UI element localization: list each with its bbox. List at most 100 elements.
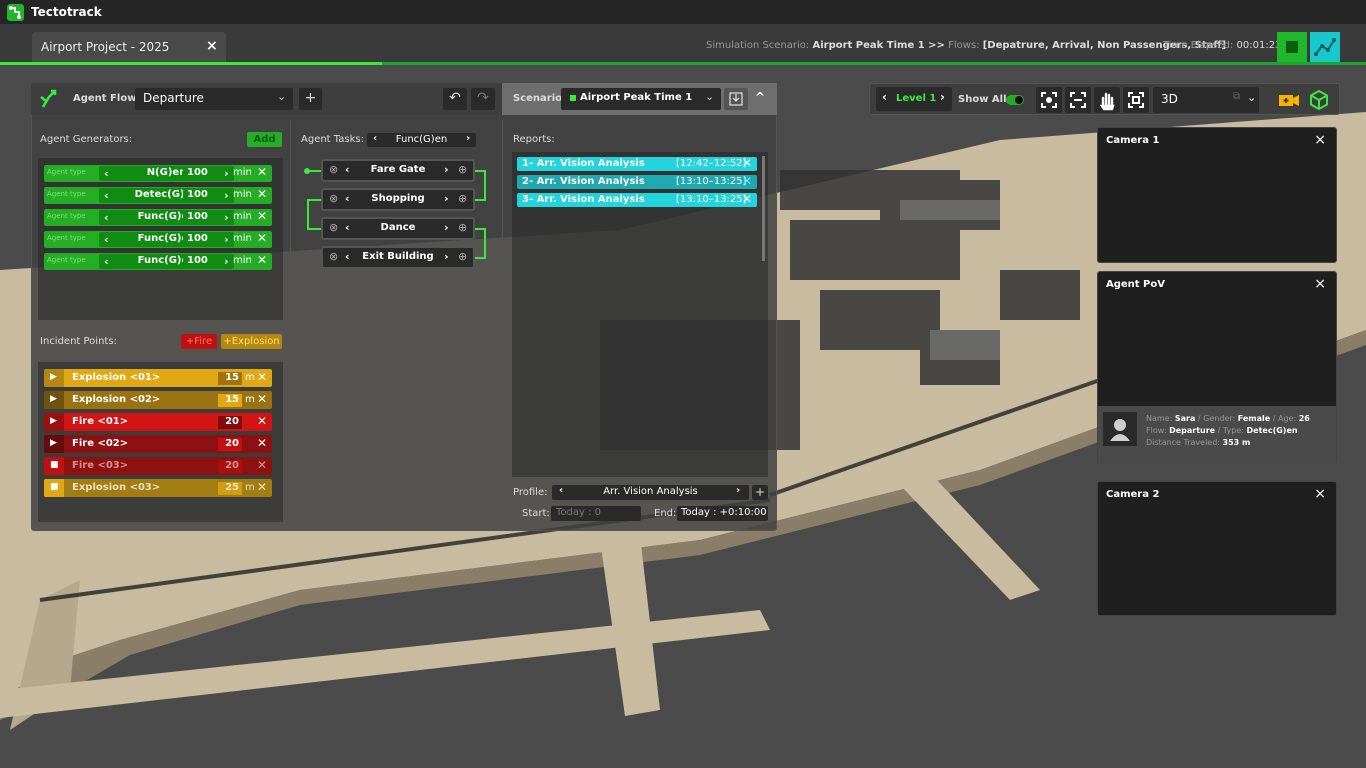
frame-view-button[interactable] — [1065, 87, 1091, 113]
add-task-icon[interactable]: ⊕ — [458, 250, 467, 263]
play-icon[interactable]: ▶ — [44, 391, 64, 409]
undo-button[interactable]: ↶ — [443, 88, 467, 110]
report-item[interactable]: 2- Arr. Vision Analysis [13:10–13:25] ✕ — [517, 174, 757, 189]
show-all-toggle[interactable] — [1006, 95, 1024, 105]
chevron-right-icon[interactable]: › — [444, 163, 449, 176]
incident-row[interactable]: ▶ Explosion <01> 15 m ✕ — [44, 369, 272, 387]
report-item[interactable]: 1- Arr. Vision Analysis [12:42–12:52] ✕ — [517, 156, 757, 171]
collapse-panel-icon[interactable]: ^ — [755, 90, 765, 104]
chevron-right-icon[interactable]: › — [224, 189, 229, 202]
add-explosion-button[interactable]: +Explosion — [221, 334, 282, 349]
incident-radius-input[interactable]: 15 — [218, 394, 242, 407]
remove-generator-icon[interactable]: ✕ — [257, 165, 267, 179]
add-task-icon[interactable]: ⊕ — [458, 192, 467, 205]
chevron-right-icon[interactable]: › — [224, 255, 229, 268]
profile-select[interactable]: ‹ Arr. Vision Analysis › — [552, 485, 749, 500]
generator-rate-input[interactable]: 100 — [183, 254, 216, 269]
reports-scrollbar[interactable] — [762, 156, 765, 261]
remove-incident-icon[interactable]: ✕ — [257, 436, 267, 450]
task-generator-select[interactable]: ‹ Func(G)en › — [367, 133, 476, 147]
close-icon[interactable]: × — [1314, 276, 1326, 292]
incident-row[interactable]: ▶ Explosion <02> 15 m ✕ — [44, 391, 272, 409]
end-input[interactable]: Today : +0:10:00 — [677, 506, 768, 521]
remove-generator-icon[interactable]: ✕ — [257, 209, 267, 223]
remove-incident-icon[interactable]: ✕ — [257, 414, 267, 428]
add-profile-button[interactable]: + — [752, 485, 768, 500]
task-item[interactable]: ⊗ ‹ Dance › ⊕ — [321, 217, 475, 240]
camera-2-panel[interactable]: Camera 2 × — [1097, 481, 1337, 616]
stop-simulation-button[interactable] — [1277, 32, 1307, 62]
chevron-right-icon[interactable]: › — [444, 250, 449, 263]
pan-button[interactable] — [1094, 87, 1120, 113]
add-generator-button[interactable]: Add — [247, 132, 282, 147]
remove-generator-icon[interactable]: ✕ — [257, 231, 267, 245]
chevron-left-icon[interactable]: ‹ — [882, 90, 887, 104]
agent-pov-panel[interactable]: Agent PoV × Name: Sara / Gender: Female … — [1097, 271, 1337, 464]
generator-row[interactable]: Agent type ‹ Detec(G)en › 100 min ✕ — [44, 187, 272, 204]
generator-row[interactable]: Agent type ‹ Func(G)en › 100 min ✕ — [44, 231, 272, 248]
remove-generator-icon[interactable]: ✕ — [257, 253, 267, 267]
redo-button[interactable]: ↷ — [471, 88, 495, 110]
incident-radius-input[interactable]: 15 — [218, 372, 242, 385]
camera-1-panel[interactable]: Camera 1 × — [1097, 127, 1337, 263]
remove-report-icon[interactable]: ✕ — [742, 174, 752, 188]
stop-icon[interactable]: ■ — [44, 479, 64, 497]
focus-view-button[interactable] — [1036, 87, 1062, 113]
close-icon[interactable]: × — [1314, 486, 1326, 502]
generator-rate-input[interactable]: 100 — [183, 232, 216, 247]
incident-row[interactable]: ▶ Fire <02> 20 ✕ — [44, 435, 272, 453]
save-scenario-button[interactable] — [724, 88, 748, 110]
remove-report-icon[interactable]: ✕ — [742, 192, 752, 206]
report-item[interactable]: 3- Arr. Vision Analysis [13:10–13:25] ✕ — [517, 192, 757, 207]
task-item[interactable]: ⊗ ‹ Fare Gate › ⊕ — [321, 159, 475, 182]
close-icon[interactable]: × — [1314, 132, 1326, 148]
chevron-right-icon[interactable]: › — [444, 221, 449, 234]
scenario-select[interactable]: Airport Peak Time 1 ⌄ — [561, 88, 721, 110]
center-view-button[interactable] — [1123, 87, 1149, 113]
add-agent-flow-button[interactable]: + — [299, 88, 322, 110]
chevron-right-icon[interactable]: › — [736, 485, 740, 496]
play-icon[interactable]: ▶ — [44, 435, 64, 453]
incident-radius-input[interactable]: 25 — [218, 482, 242, 495]
task-item[interactable]: ⊗ ‹ Exit Building › ⊕ — [321, 246, 475, 269]
generator-rate-input[interactable]: 100 — [183, 210, 216, 225]
remove-incident-icon[interactable]: ✕ — [257, 392, 267, 406]
remove-generator-icon[interactable]: ✕ — [257, 187, 267, 201]
chevron-right-icon[interactable]: › — [940, 90, 945, 104]
add-task-icon[interactable]: ⊕ — [458, 163, 467, 176]
task-item[interactable]: ⊗ ‹ Shopping › ⊕ — [321, 188, 475, 211]
incident-radius-input[interactable]: 20 — [218, 416, 242, 429]
play-icon[interactable]: ▶ — [44, 413, 64, 431]
incident-row[interactable]: ■ Explosion <03> 25 m ✕ — [44, 479, 272, 497]
close-tab-icon[interactable]: × — [206, 38, 218, 54]
chevron-right-icon[interactable]: › — [224, 167, 229, 180]
generator-row[interactable]: Agent type ‹ N(G)en › 100 min ✕ — [44, 165, 272, 182]
project-tab[interactable]: Airport Project - 2025 × — [32, 32, 226, 62]
chevron-right-icon[interactable]: › — [224, 233, 229, 246]
chevron-right-icon[interactable]: › — [444, 192, 449, 205]
generator-row[interactable]: Agent type ‹ Func(G)en › 100 min ✕ — [44, 253, 272, 270]
play-icon[interactable]: ▶ — [44, 369, 64, 387]
view-mode-select[interactable]: 3D ⧉ ⌄ — [1153, 87, 1259, 113]
add-camera-button[interactable] — [1276, 87, 1302, 113]
remove-incident-icon[interactable]: ✕ — [257, 458, 267, 472]
3d-object-button[interactable] — [1306, 87, 1332, 113]
stop-icon[interactable]: ■ — [44, 457, 64, 475]
add-task-icon[interactable]: ⊕ — [458, 221, 467, 234]
generator-rate-input[interactable]: 100 — [183, 166, 216, 181]
incident-row[interactable]: ■ Fire <03> 20 ✕ — [44, 457, 272, 475]
start-input[interactable]: Today : 0 — [551, 506, 641, 521]
level-select[interactable]: ‹ Level 1 › — [876, 87, 952, 111]
add-fire-button[interactable]: +Fire — [181, 334, 217, 349]
analytics-button[interactable] — [1310, 32, 1340, 62]
remove-incident-icon[interactable]: ✕ — [257, 480, 267, 494]
incident-row[interactable]: ▶ Fire <01> 20 ✕ — [44, 413, 272, 431]
chevron-right-icon[interactable]: › — [224, 211, 229, 224]
remove-report-icon[interactable]: ✕ — [742, 156, 752, 170]
remove-incident-icon[interactable]: ✕ — [257, 370, 267, 384]
incident-radius-input[interactable]: 20 — [218, 438, 242, 451]
chevron-right-icon[interactable]: › — [466, 133, 470, 144]
agent-flow-select[interactable]: Departure ⌄ — [135, 88, 293, 110]
generator-rate-input[interactable]: 100 — [183, 188, 216, 203]
incident-radius-input[interactable]: 20 — [218, 460, 242, 473]
